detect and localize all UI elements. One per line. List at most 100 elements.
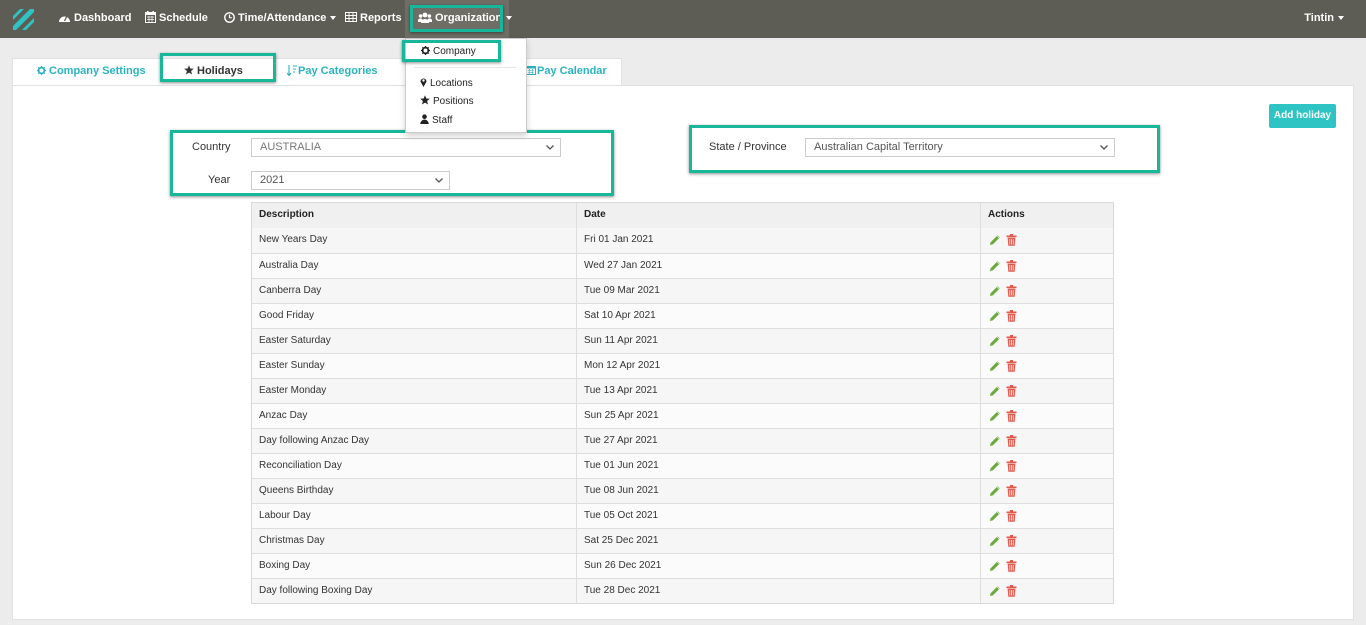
- table-body: New Years Day Fri 01 Jan 2021 Australia Da…: [252, 228, 1113, 603]
- chevron-down-icon: [1338, 16, 1344, 21]
- dashboard-icon: [59, 15, 70, 22]
- app-logo-icon[interactable]: [10, 6, 36, 32]
- chevron-down-icon: [435, 178, 443, 183]
- user-name: Tintin: [1304, 12, 1334, 24]
- trash-icon[interactable]: [1006, 285, 1017, 297]
- tab-pay-calendar-label: Pay Calendar: [537, 65, 607, 77]
- trash-icon[interactable]: [1006, 410, 1017, 422]
- pencil-icon[interactable]: [989, 585, 1001, 597]
- trash-icon[interactable]: [1006, 234, 1017, 246]
- add-holiday-button[interactable]: Add holiday: [1269, 104, 1336, 128]
- table-row: Australia Day Wed 27 Jan 2021: [252, 253, 1113, 278]
- trash-icon[interactable]: [1006, 335, 1017, 347]
- pencil-icon[interactable]: [989, 234, 1001, 246]
- holiday-description: Canberra Day: [259, 285, 322, 296]
- pencil-icon[interactable]: [989, 485, 1001, 497]
- menu-item-positions[interactable]: Positions: [420, 95, 474, 107]
- sort-icon: [286, 64, 297, 76]
- nav-dashboard-label: Dashboard: [74, 12, 132, 24]
- state-select[interactable]: Australian Capital Territory: [805, 138, 1115, 157]
- table-row: Day following Boxing Day Tue 28 Dec 2021: [252, 578, 1113, 603]
- trash-icon[interactable]: [1006, 535, 1017, 547]
- menu-item-locations[interactable]: Locations: [420, 78, 473, 89]
- holiday-date: Tue 27 Apr 2021: [584, 435, 658, 446]
- holiday-description: Day following Anzac Day: [259, 435, 370, 446]
- nav-dashboard[interactable]: Dashboard: [58, 0, 131, 38]
- user-menu[interactable]: Tintin: [1304, 0, 1344, 38]
- menu-item-positions-label: Positions: [433, 96, 474, 107]
- nav-organization[interactable]: Organization: [418, 0, 513, 38]
- trash-icon[interactable]: [1006, 435, 1017, 447]
- table-row: Day following Anzac Day Tue 27 Apr 2021: [252, 428, 1113, 453]
- holiday-description: Anzac Day: [259, 410, 308, 421]
- menu-item-locations-label: Locations: [430, 78, 473, 89]
- tab-company-settings-label: Company Settings: [49, 65, 146, 77]
- holiday-date: Tue 13 Apr 2021: [584, 385, 658, 396]
- pencil-icon[interactable]: [989, 560, 1001, 572]
- pencil-icon[interactable]: [989, 260, 1001, 272]
- tab-holidays[interactable]: Holidays: [184, 58, 243, 85]
- menu-item-staff[interactable]: Staff: [420, 114, 453, 126]
- holiday-description: Queens Birthday: [259, 485, 334, 496]
- holiday-date: Tue 01 Jun 2021: [584, 460, 659, 471]
- table-row: Christmas Day Sat 25 Dec 2021: [252, 528, 1113, 553]
- holiday-date: Sun 25 Apr 2021: [584, 410, 659, 421]
- top-navbar: Dashboard Schedule Time/Attendance Repor…: [0, 0, 1366, 38]
- state-select-value: Australian Capital Territory: [814, 141, 943, 153]
- pencil-icon[interactable]: [989, 385, 1001, 397]
- star-icon: [420, 95, 430, 105]
- trash-icon[interactable]: [1006, 560, 1017, 572]
- pencil-icon[interactable]: [989, 410, 1001, 422]
- pencil-icon[interactable]: [989, 535, 1001, 547]
- table-header-row: Description Date Actions: [252, 203, 1113, 228]
- menu-item-company-label: Company: [433, 46, 476, 57]
- holiday-date: Tue 08 Jun 2021: [584, 485, 659, 496]
- trash-icon[interactable]: [1006, 460, 1017, 472]
- star-icon: [184, 65, 194, 75]
- user-icon: [420, 114, 429, 125]
- pencil-icon[interactable]: [989, 335, 1001, 347]
- menu-item-staff-label: Staff: [432, 115, 453, 126]
- menu-item-company[interactable]: Company: [421, 45, 476, 57]
- pencil-icon[interactable]: [989, 510, 1001, 522]
- trash-icon[interactable]: [1006, 585, 1017, 597]
- header-date[interactable]: Date: [584, 203, 606, 227]
- trash-icon[interactable]: [1006, 485, 1017, 497]
- pencil-icon[interactable]: [989, 310, 1001, 322]
- header-description[interactable]: Description: [259, 203, 314, 227]
- trash-icon[interactable]: [1006, 510, 1017, 522]
- nav-schedule[interactable]: Schedule: [145, 0, 208, 38]
- table-row: Easter Sunday Mon 12 Apr 2021: [252, 353, 1113, 378]
- country-select[interactable]: AUSTRALIA: [251, 138, 561, 157]
- chevron-down-icon: [546, 145, 554, 150]
- holidays-table: Description Date Actions New Years Day Fr…: [251, 202, 1114, 604]
- tab-pay-categories[interactable]: Pay Categories: [286, 58, 378, 85]
- holiday-date: Sat 10 Apr 2021: [584, 310, 656, 321]
- nav-reports-label: Reports: [360, 12, 402, 24]
- pencil-icon[interactable]: [989, 460, 1001, 472]
- column-divider: [980, 203, 981, 603]
- nav-organization-label: Organization: [435, 12, 503, 24]
- tab-pay-categories-label: Pay Categories: [298, 65, 378, 77]
- holiday-date: Wed 27 Jan 2021: [584, 260, 663, 271]
- trash-icon[interactable]: [1006, 260, 1017, 272]
- chevron-down-icon: [1100, 145, 1108, 150]
- holiday-description: Labour Day: [259, 510, 311, 521]
- table-row: Anzac Day Sun 25 Apr 2021: [252, 403, 1113, 428]
- holiday-description: Easter Monday: [259, 385, 327, 396]
- pencil-icon[interactable]: [989, 360, 1001, 372]
- nav-time-attendance[interactable]: Time/Attendance: [224, 0, 337, 38]
- clock-icon: [224, 11, 235, 23]
- trash-icon[interactable]: [1006, 360, 1017, 372]
- tab-pay-calendar[interactable]: Pay Calendar: [526, 58, 607, 85]
- tab-company-settings[interactable]: Company Settings: [37, 58, 146, 85]
- country-label: Country: [192, 141, 231, 153]
- table-row: Canberra Day Tue 09 Mar 2021: [252, 278, 1113, 303]
- nav-reports[interactable]: Reports: [345, 0, 402, 38]
- year-select[interactable]: 2021: [251, 171, 450, 190]
- trash-icon[interactable]: [1006, 310, 1017, 322]
- trash-icon[interactable]: [1006, 385, 1017, 397]
- pencil-icon[interactable]: [989, 285, 1001, 297]
- pencil-icon[interactable]: [989, 435, 1001, 447]
- table-row: Reconciliation Day Tue 01 Jun 2021: [252, 453, 1113, 478]
